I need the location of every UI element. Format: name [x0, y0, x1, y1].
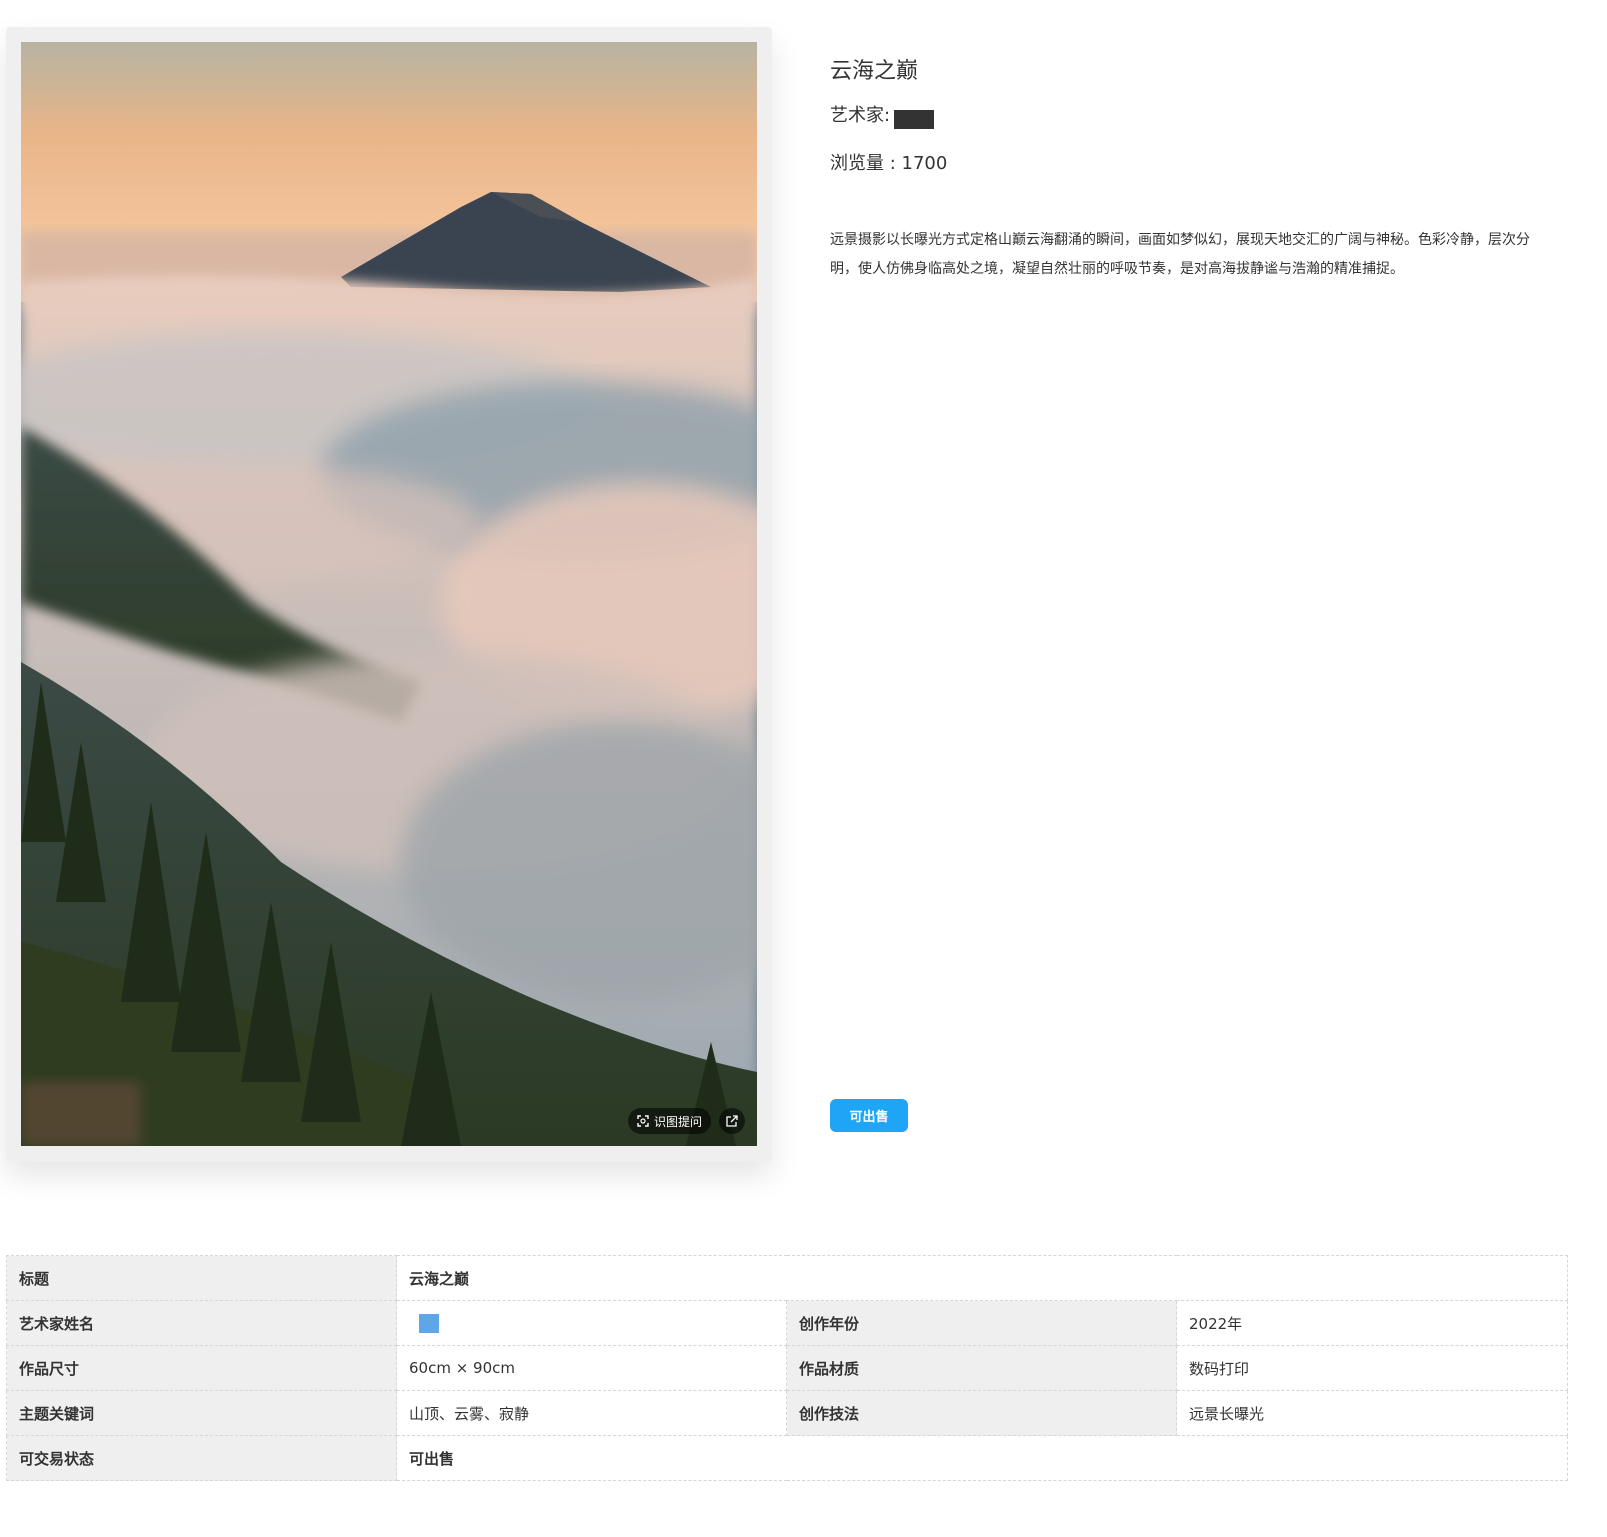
artwork-details-table: 标题 云海之巅 艺术家姓名 创作年份 2022年 作品尺寸 60cm × 90c… — [6, 1255, 1569, 1481]
title-label: 标题 — [6, 1255, 397, 1301]
identify-button[interactable]: 识图提问 — [627, 1108, 711, 1134]
share-icon — [726, 1115, 738, 1127]
artwork-image[interactable]: 识图提问 — [21, 42, 757, 1146]
keywords-label: 主题关键词 — [6, 1390, 397, 1436]
artist-name-redacted — [419, 1314, 439, 1333]
artwork-description: 远景摄影以长曝光方式定格山巅云海翻涌的瞬间，画面如梦似幻，展现天地交汇的广阔与神… — [830, 232, 1530, 277]
technique-value: 远景长曝光 — [1175, 1390, 1569, 1436]
material-label: 作品材质 — [786, 1345, 1177, 1391]
status-label: 可交易状态 — [6, 1435, 397, 1481]
artwork-photo-svg — [21, 42, 757, 1146]
size-value: 60cm × 90cm — [396, 1345, 787, 1391]
table-row: 标题 云海之巅 — [6, 1255, 1569, 1301]
scan-icon — [637, 1115, 649, 1127]
table-row: 主题关键词 山顶、云雾、寂静 创作技法 远景长曝光 — [6, 1390, 1569, 1436]
year-label: 创作年份 — [786, 1300, 1177, 1346]
title-value: 云海之巅 — [395, 1255, 1569, 1301]
artwork-frame: 识图提问 — [6, 27, 772, 1162]
artwork-title: 云海之巅 — [830, 59, 919, 84]
for-sale-button[interactable]: 可出售 — [830, 1099, 908, 1132]
artwork-info: 云海之巅 艺术家: 浏览量 : 1700 远景摄影以长曝光方式定格山巅云海翻涌的… — [830, 56, 1540, 284]
artist-line: 艺术家: — [830, 102, 1540, 130]
artist-label: 艺术家: — [830, 105, 891, 126]
year-value: 2022年 — [1175, 1300, 1569, 1346]
technique-label: 创作技法 — [786, 1390, 1177, 1436]
table-row: 作品尺寸 60cm × 90cm 作品材质 数码打印 — [6, 1345, 1569, 1391]
identify-label: 识图提问 — [653, 1114, 702, 1129]
table-row: 可交易状态 可出售 — [6, 1435, 1569, 1481]
artist-name-redacted — [894, 109, 935, 129]
share-button[interactable] — [719, 1108, 745, 1134]
status-value: 可出售 — [395, 1435, 1569, 1481]
keywords-value: 山顶、云雾、寂静 — [396, 1390, 787, 1436]
table-row: 艺术家姓名 创作年份 2022年 — [6, 1300, 1569, 1346]
artist-name-label: 艺术家姓名 — [6, 1300, 397, 1346]
material-value: 数码打印 — [1175, 1345, 1569, 1391]
size-label: 作品尺寸 — [6, 1345, 397, 1391]
image-toolbar: 识图提问 — [627, 1108, 745, 1134]
artist-name-value — [396, 1300, 787, 1346]
view-count: 浏览量 : 1700 — [830, 153, 948, 174]
